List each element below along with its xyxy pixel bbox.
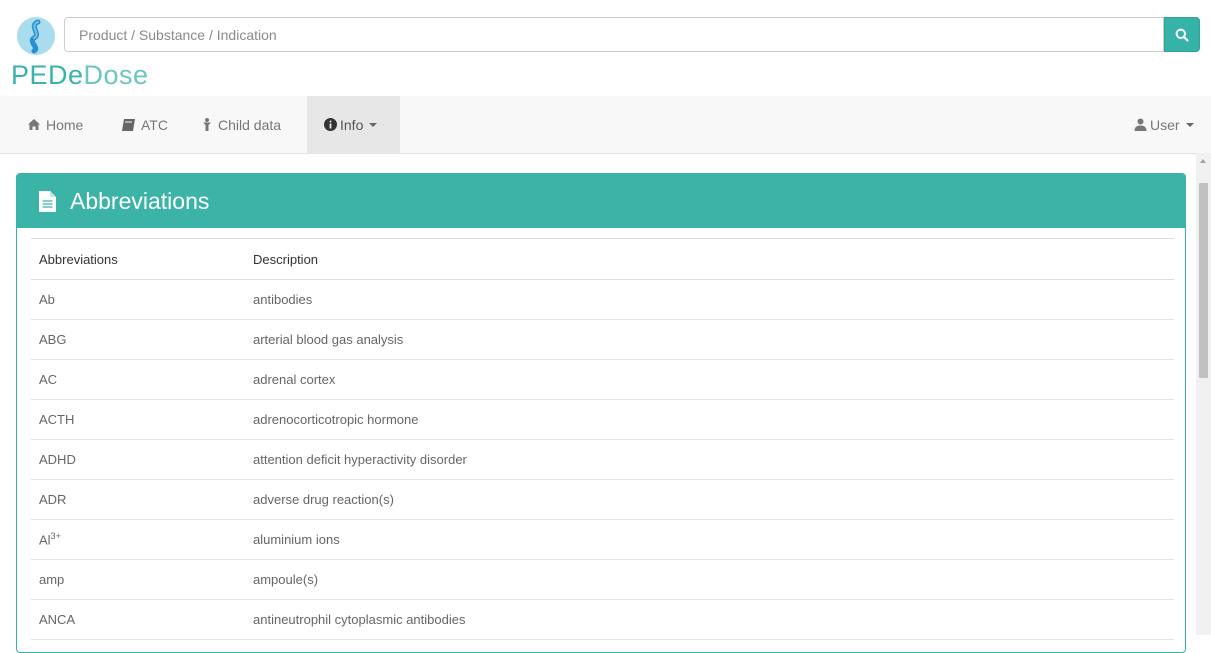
abbreviation-cell: AC [31, 359, 245, 400]
description-cell: adverse drug reaction(s) [245, 479, 1174, 520]
vertical-scrollbar[interactable] [1196, 153, 1211, 635]
table-row: Al3+ aluminium ions [31, 519, 1174, 560]
scrollbar-thumb[interactable] [1199, 183, 1208, 378]
brand-text-part2: Dose [83, 60, 149, 90]
abbreviation-cell: ANCA [31, 599, 245, 640]
description-cell: attention deficit hyperactivity disorder [245, 439, 1174, 480]
panel-body: Abbreviations Description Ab antibodies … [17, 228, 1185, 640]
user-icon [1134, 118, 1147, 131]
nav-child-data-label: Child data [218, 116, 282, 133]
abbreviation-superscript: 3+ [50, 531, 61, 542]
scroll-up-arrow-icon[interactable] [1200, 159, 1206, 163]
logo-icon [17, 17, 55, 55]
abbreviation-cell: ABG [31, 319, 245, 360]
description-cell: adrenocorticotropic hormone [245, 399, 1174, 440]
table-row: amp ampoule(s) [31, 559, 1174, 600]
table-row: Ab antibodies [31, 279, 1174, 320]
column-header-abbreviations: Abbreviations [31, 238, 245, 280]
description-cell: aluminium ions [245, 519, 1174, 560]
column-header-description: Description [245, 238, 1174, 280]
chevron-down-icon [1185, 122, 1194, 127]
search-bar [64, 17, 1164, 52]
abbreviation-cell: ADR [31, 479, 245, 520]
brand-logo-text[interactable]: PEDeDose [11, 60, 149, 91]
nav-home[interactable]: Home [14, 96, 94, 153]
brand-text-part1: PEDe [11, 60, 84, 90]
nav-home-label: Home [46, 116, 84, 133]
abbreviation-cell: ADHD [31, 439, 245, 480]
nav-info-dropdown[interactable]: Info [307, 96, 400, 153]
search-button[interactable] [1164, 17, 1200, 52]
description-cell: ampoule(s) [245, 559, 1174, 600]
abbreviation-cell: ACTH [31, 399, 245, 440]
table-header-row: Abbreviations Description [31, 238, 1174, 280]
description-cell: adrenal cortex [245, 359, 1174, 400]
description-cell: arterial blood gas analysis [245, 319, 1174, 360]
child-icon [202, 118, 212, 131]
info-circle-icon [324, 118, 337, 131]
nav-user-label: User [1150, 116, 1180, 133]
search-icon [1175, 28, 1189, 42]
panel-title: Abbreviations [70, 187, 210, 214]
table-row: ANCA antineutrophil cytoplasmic antibodi… [31, 599, 1174, 640]
book-icon [122, 118, 135, 131]
abbreviation-cell: Ab [31, 279, 245, 320]
table-row: AC adrenal cortex [31, 359, 1174, 400]
table-row: ACTH adrenocorticotropic hormone [31, 399, 1174, 440]
abbreviation-base: Al [39, 532, 51, 548]
nav-child-data[interactable]: Child data [188, 96, 304, 153]
table-row: ADHD attention deficit hyperactivity dis… [31, 439, 1174, 480]
panel-heading: Abbreviations [17, 174, 1185, 228]
nav-atc-label: ATC [141, 116, 168, 133]
document-icon [39, 190, 56, 212]
table-row: ABG arterial blood gas analysis [31, 319, 1174, 360]
navbar: Home ATC Child data Info User [0, 96, 1211, 154]
nav-info-label: Info [340, 116, 364, 133]
chevron-down-icon [369, 122, 378, 127]
table-row: ADR adverse drug reaction(s) [31, 479, 1174, 520]
nav-atc[interactable]: ATC [109, 96, 181, 153]
abbreviations-panel: Abbreviations Abbreviations Description … [16, 173, 1186, 653]
abbreviations-table: Abbreviations Description Ab antibodies … [31, 238, 1174, 640]
search-input[interactable] [64, 17, 1164, 52]
home-icon [28, 119, 40, 130]
abbreviation-cell: amp [31, 559, 245, 600]
abbreviation-cell: Al3+ [31, 519, 245, 560]
description-cell: antineutrophil cytoplasmic antibodies [245, 599, 1174, 640]
description-cell: antibodies [245, 279, 1174, 320]
nav-user-dropdown[interactable]: User [1130, 96, 1205, 153]
